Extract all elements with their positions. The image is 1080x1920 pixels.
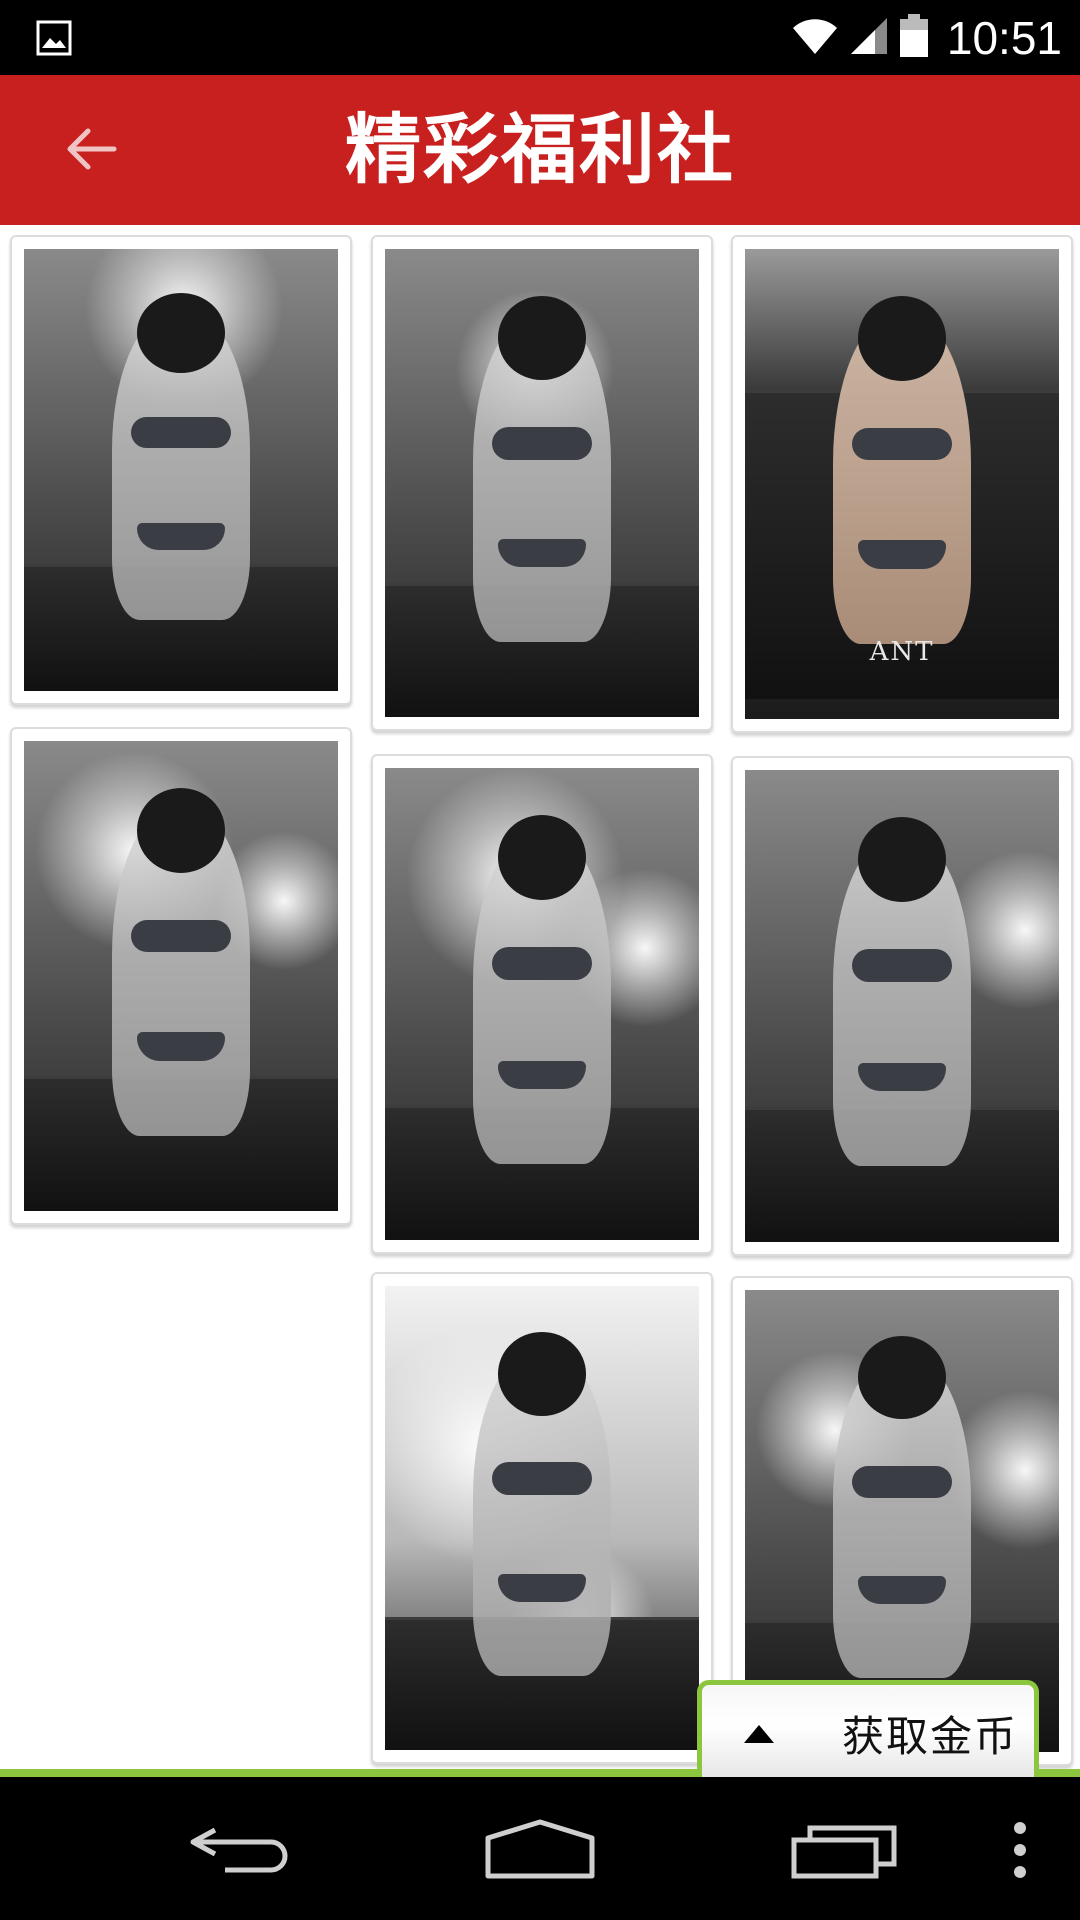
nav-back-icon xyxy=(185,1820,295,1884)
expand-up-icon xyxy=(744,1725,774,1743)
battery-icon xyxy=(899,13,929,62)
signal-icon xyxy=(849,16,889,60)
photo-card-3[interactable]: ANT xyxy=(731,235,1073,733)
photo-image xyxy=(24,741,338,1211)
photo-card-5[interactable] xyxy=(371,754,713,1254)
photo-card-6[interactable] xyxy=(731,756,1073,1256)
photo-image xyxy=(385,1286,699,1750)
nav-back-button[interactable] xyxy=(170,1802,310,1902)
wifi-icon xyxy=(791,16,839,60)
photo-card-2[interactable] xyxy=(371,235,713,731)
status-time: 10:51 xyxy=(946,11,1062,64)
photo-card-4[interactable] xyxy=(10,727,352,1225)
photo-image xyxy=(745,770,1059,1242)
get-coins-label: 获取金币 xyxy=(842,1712,1019,1761)
nav-home-icon xyxy=(480,1818,600,1886)
photo-image xyxy=(385,768,699,1240)
nav-menu-button[interactable] xyxy=(970,1802,1070,1902)
gallery-notification-icon xyxy=(36,20,72,56)
photo-card-7[interactable] xyxy=(371,1272,713,1764)
screen: 10:51 精彩福利社 ANT 获取金币 xyxy=(0,0,1080,1920)
navigation-bar xyxy=(0,1777,1080,1920)
photo-image: ANT xyxy=(745,249,1059,719)
nav-menu-icon xyxy=(1010,1820,1030,1884)
nav-home-button[interactable] xyxy=(470,1802,610,1902)
status-icons: 10:51 xyxy=(791,0,1062,75)
get-coins-button[interactable]: 获取金币 xyxy=(697,1680,1039,1778)
photo-image xyxy=(24,249,338,691)
photo-watermark: ANT xyxy=(869,637,935,667)
photo-card-1[interactable] xyxy=(10,235,352,705)
nav-recents-icon xyxy=(790,1820,900,1884)
photo-image xyxy=(385,249,699,717)
app-header: 精彩福利社 xyxy=(0,75,1080,225)
page-title: 精彩福利社 xyxy=(345,105,735,194)
nav-recents-button[interactable] xyxy=(775,1802,915,1902)
status-bar: 10:51 xyxy=(0,0,1080,75)
